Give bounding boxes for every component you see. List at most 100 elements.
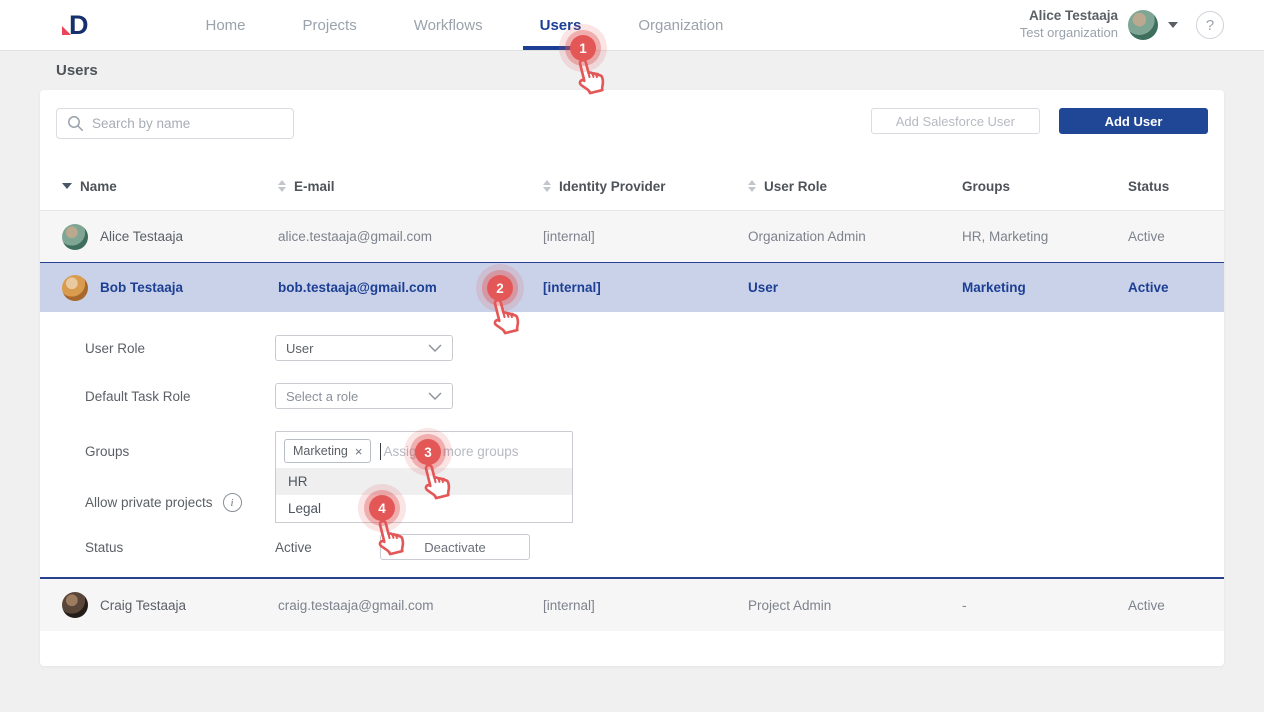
account-organization: Test organization [1020, 25, 1118, 41]
table-row-alice[interactable]: Alice Testaaja alice.testaaja@gmail.com … [40, 211, 1224, 262]
status-value: Active [275, 540, 380, 555]
group-tag-label: Marketing [293, 444, 348, 458]
page-title: Users [0, 50, 1264, 90]
top-nav: D Home Projects Workflows Users Organiza… [0, 0, 1264, 50]
header-status: Status [1128, 179, 1224, 194]
group-option-legal[interactable]: Legal [276, 495, 572, 522]
user-status: Active [1128, 280, 1224, 295]
sort-updown-icon [748, 180, 756, 192]
sort-updown-icon [543, 180, 551, 192]
user-role: Organization Admin [748, 229, 962, 244]
header-groups-label: Groups [962, 179, 1010, 194]
private-projects-label: Allow private projects i [85, 493, 275, 512]
header-email[interactable]: E-mail [278, 179, 543, 194]
groups-dropdown: HR Legal [275, 468, 573, 523]
chevron-down-icon [428, 344, 442, 352]
user-groups: - [962, 598, 1128, 613]
main-nav: Home Projects Workflows Users Organizati… [206, 0, 724, 50]
groups-input-placeholder: Assign to more groups [383, 444, 518, 459]
user-name: Bob Testaaja [100, 280, 183, 295]
deactivate-button[interactable]: Deactivate [380, 534, 530, 560]
header-role-label: User Role [764, 179, 827, 194]
user-groups: Marketing [962, 280, 1128, 295]
user-name-cell: Craig Testaaja [62, 592, 278, 618]
group-tag-marketing: Marketing × [284, 439, 371, 463]
header-email-label: E-mail [294, 179, 335, 194]
user-name: Craig Testaaja [100, 598, 186, 613]
search-input[interactable] [92, 116, 283, 131]
account-name: Alice Testaaja [1020, 8, 1118, 25]
table-row-craig[interactable]: Craig Testaaja craig.testaaja@gmail.com … [40, 579, 1224, 631]
remove-tag-icon[interactable]: × [355, 444, 363, 459]
user-avatar [62, 592, 88, 618]
account-info[interactable]: Alice Testaaja Test organization [1020, 8, 1118, 41]
user-detail-panel: User Role User Default Task Role Select … [40, 312, 1224, 579]
user-role-label: User Role [85, 341, 275, 356]
header-name-label: Name [80, 179, 117, 194]
account-caret-down-icon[interactable] [1168, 22, 1178, 28]
task-role-placeholder: Select a role [286, 389, 358, 404]
detail-row-task-role: Default Task Role Select a role [40, 383, 1224, 409]
detail-row-status: Status Active Deactivate [40, 534, 1224, 560]
nav-item-home[interactable]: Home [206, 0, 246, 50]
header-status-label: Status [1128, 179, 1169, 194]
nav-item-users[interactable]: Users [540, 0, 582, 50]
chevron-down-icon [428, 392, 442, 400]
users-toolbar: Add Salesforce User Add User [40, 90, 1224, 162]
account-menu: Alice Testaaja Test organization ? [1020, 8, 1224, 41]
user-identity-provider: [internal] [543, 229, 748, 244]
user-avatar [62, 275, 88, 301]
user-status: Active [1128, 598, 1224, 613]
user-email: craig.testaaja@gmail.com [278, 598, 543, 613]
text-cursor [380, 443, 381, 460]
sort-updown-icon [278, 180, 286, 192]
search-icon [67, 115, 84, 132]
task-role-label: Default Task Role [85, 389, 275, 404]
header-name[interactable]: Name [62, 179, 278, 194]
table-header-row: Name E-mail Identity Provider User Role … [40, 162, 1224, 211]
table-row-bob-selected[interactable]: Bob Testaaja bob.testaaja@gmail.com [int… [40, 262, 1224, 312]
header-user-role[interactable]: User Role [748, 179, 962, 194]
user-name-cell: Bob Testaaja [62, 275, 278, 301]
detail-row-user-role: User Role User [40, 335, 1224, 361]
header-groups: Groups [962, 179, 1128, 194]
user-role-selected-value: User [286, 341, 313, 356]
user-email: bob.testaaja@gmail.com [278, 280, 543, 295]
detail-row-private-projects: Allow private projects i [40, 493, 1224, 512]
search-box [56, 108, 294, 139]
nav-item-projects[interactable]: Projects [303, 0, 357, 50]
status-label: Status [85, 540, 275, 555]
info-icon[interactable]: i [223, 493, 242, 512]
account-avatar[interactable] [1128, 10, 1158, 40]
nav-item-workflows[interactable]: Workflows [414, 0, 483, 50]
user-role: Project Admin [748, 598, 962, 613]
user-identity-provider: [internal] [543, 598, 748, 613]
add-user-button[interactable]: Add User [1059, 108, 1208, 134]
sort-desc-icon [62, 183, 72, 189]
nav-item-organization[interactable]: Organization [638, 0, 723, 50]
user-email: alice.testaaja@gmail.com [278, 229, 543, 244]
user-identity-provider: [internal] [543, 280, 748, 295]
groups-multiselect-input[interactable]: Marketing × Assign to more groups [275, 431, 573, 471]
question-icon: ? [1206, 17, 1214, 34]
user-groups: HR, Marketing [962, 229, 1128, 244]
brand-logo[interactable]: D [62, 12, 88, 39]
user-name: Alice Testaaja [100, 229, 183, 244]
user-name-cell: Alice Testaaja [62, 224, 278, 250]
detail-row-groups: Groups Marketing × Assign to more groups [40, 431, 1224, 471]
header-identity-provider[interactable]: Identity Provider [543, 179, 748, 194]
group-option-hr[interactable]: HR [276, 468, 572, 495]
users-panel: Add Salesforce User Add User Name E-mail… [40, 90, 1224, 666]
task-role-select[interactable]: Select a role [275, 383, 453, 409]
header-identity-label: Identity Provider [559, 179, 666, 194]
user-role-select[interactable]: User [275, 335, 453, 361]
help-button[interactable]: ? [1196, 11, 1224, 39]
add-salesforce-user-button[interactable]: Add Salesforce User [871, 108, 1040, 134]
user-avatar [62, 224, 88, 250]
user-status: Active [1128, 229, 1224, 244]
private-projects-text: Allow private projects [85, 495, 213, 510]
app-window: D Home Projects Workflows Users Organiza… [0, 0, 1264, 712]
groups-label: Groups [85, 444, 275, 459]
user-role: User [748, 280, 962, 295]
toolbar-buttons: Add Salesforce User Add User [871, 108, 1208, 134]
